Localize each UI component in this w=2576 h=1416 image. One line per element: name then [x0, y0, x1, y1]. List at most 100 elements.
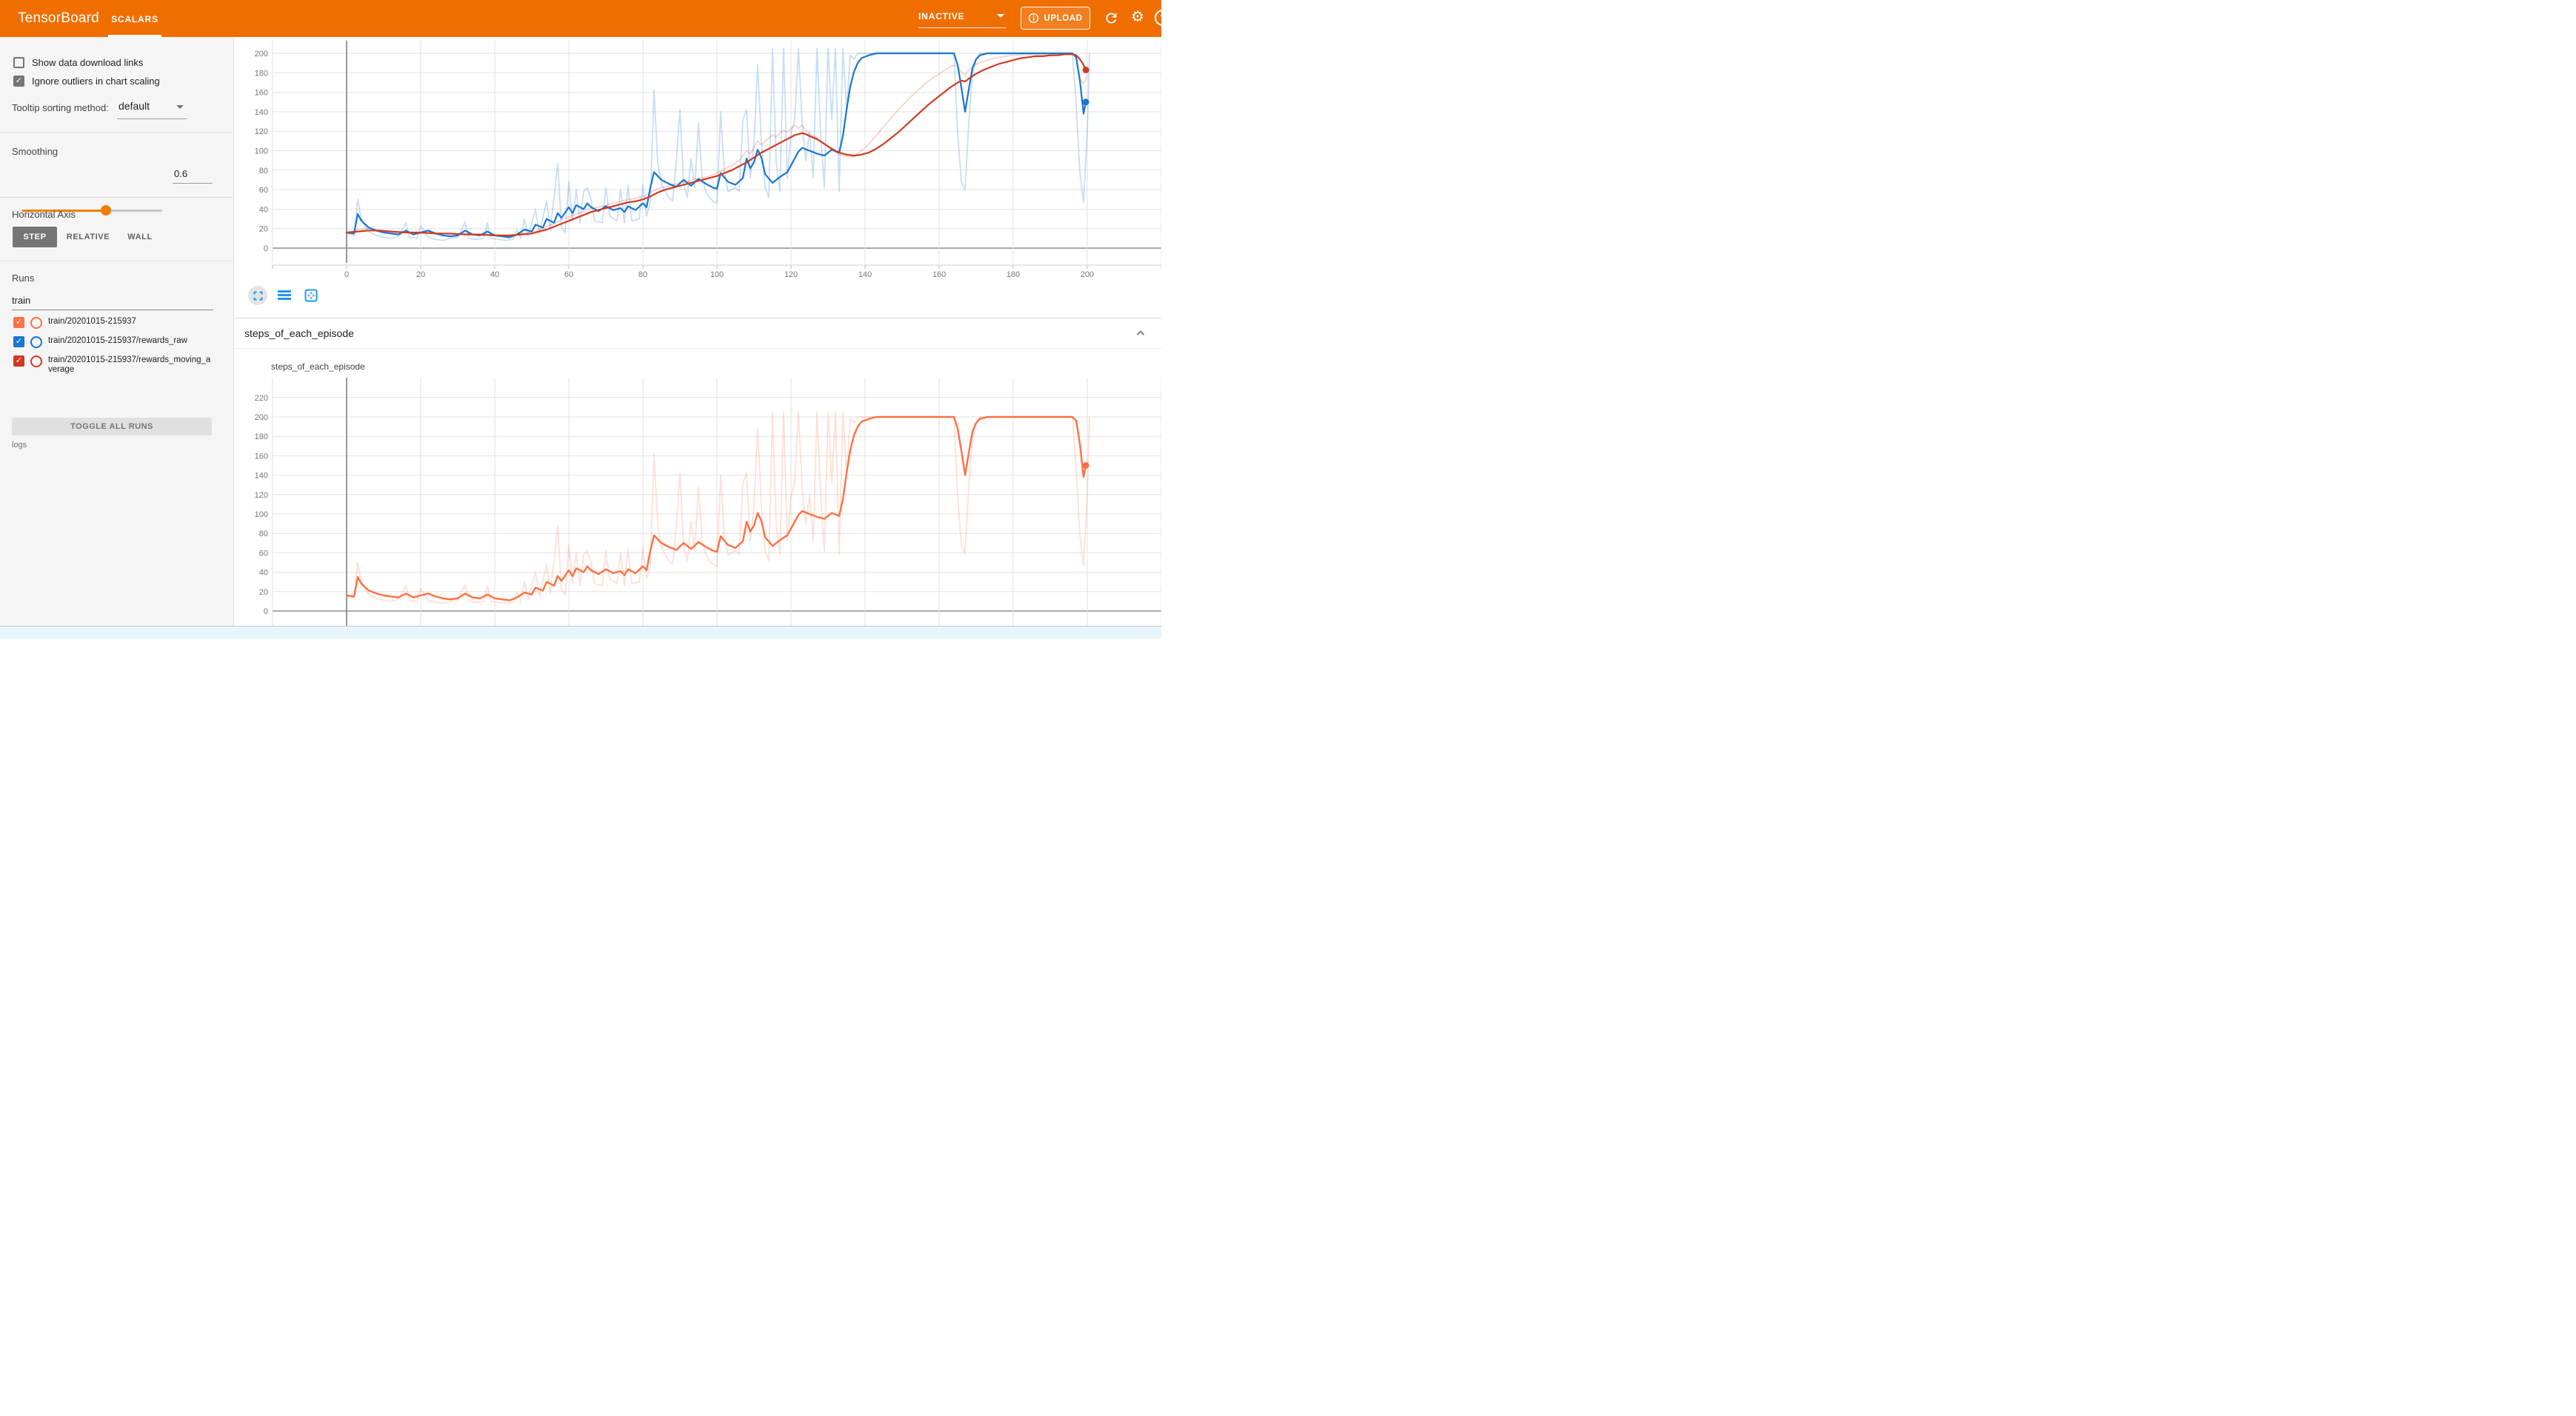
svg-text:80: 80	[638, 270, 647, 279]
run-color-circle-icon	[30, 355, 42, 367]
checkbox-checked-icon: ✓	[13, 76, 24, 87]
app-header: TensorBoard SCALARS INACTIVE UPLOAD ⚙ ?	[0, 0, 1161, 37]
smoothing-value-underline	[173, 183, 213, 184]
chart-plot-area[interactable]: 2001801601401201008060402000204060801001…	[233, 37, 1161, 281]
runs-filter-input[interactable]: train	[12, 295, 30, 306]
svg-text:140: 140	[858, 270, 872, 279]
svg-text:60: 60	[259, 186, 268, 195]
expand-card-icon[interactable]	[248, 286, 267, 305]
status-dropdown-underline	[918, 27, 1006, 28]
tooltip-sorting-select[interactable]: default	[119, 100, 150, 112]
svg-text:60: 60	[259, 549, 268, 558]
axis-button-step[interactable]: STEP	[13, 227, 57, 247]
svg-text:140: 140	[255, 472, 268, 481]
svg-text:80: 80	[259, 167, 268, 176]
runs-label: Runs	[12, 273, 34, 284]
svg-text:160: 160	[932, 270, 946, 279]
svg-text:100: 100	[255, 510, 268, 519]
checkbox-show-download-links[interactable]: Show data download links	[13, 57, 143, 68]
svg-text:100: 100	[255, 147, 268, 156]
divider	[0, 132, 233, 133]
run-label: train/20201015-215937/rewards_moving_ave…	[48, 355, 213, 375]
svg-text:180: 180	[255, 433, 268, 441]
divider	[0, 197, 233, 198]
axis-button-wall[interactable]: WALL	[119, 227, 161, 247]
run-label: train/20201015-215937	[48, 317, 213, 327]
upload-button[interactable]: UPLOAD	[1021, 7, 1090, 30]
smoothing-slider-thumb[interactable]	[101, 205, 111, 216]
chevron-up-icon[interactable]	[1133, 326, 1148, 344]
run-checkbox[interactable]: ✓	[13, 317, 24, 328]
status-dropdown[interactable]: INACTIVE	[918, 11, 1007, 21]
run-row[interactable]: ✓ train/20201015-215937/rewards_moving_a…	[13, 355, 213, 375]
checkbox-ignore-outliers[interactable]: ✓ Ignore outliers in chart scaling	[13, 76, 160, 87]
svg-text:0: 0	[344, 270, 349, 279]
svg-text:120: 120	[255, 491, 268, 500]
gear-icon[interactable]: ⚙	[1131, 9, 1147, 25]
rewards-chart[interactable]: 2001801601401201008060402000204060801001…	[233, 37, 1161, 281]
tab-scalars-label: SCALARS	[111, 14, 159, 24]
app-title: TensorBoard	[18, 10, 99, 27]
svg-text:20: 20	[259, 225, 268, 234]
chart-plot-area[interactable]: 220200180160140120100806040200	[233, 348, 1161, 626]
chevron-down-icon	[176, 105, 184, 109]
svg-text:40: 40	[490, 270, 499, 279]
chart-toolbar	[248, 286, 321, 305]
svg-text:0: 0	[264, 607, 268, 616]
svg-text:100: 100	[710, 270, 724, 279]
svg-text:120: 120	[255, 127, 268, 136]
horizontal-scrollbar[interactable]	[0, 626, 1161, 638]
run-row[interactable]: ✓ train/20201015-215937	[13, 317, 213, 329]
info-icon	[1028, 13, 1039, 24]
tab-scalars[interactable]: SCALARS	[108, 0, 161, 37]
svg-text:20: 20	[416, 270, 425, 279]
tab-active-indicator	[108, 35, 161, 37]
checkbox-label: Ignore outliers in chart scaling	[32, 76, 160, 87]
run-label: train/20201015-215937/rewards_raw	[48, 336, 213, 346]
checkbox-unchecked-icon	[13, 57, 24, 68]
svg-text:140: 140	[255, 108, 268, 117]
svg-text:40: 40	[259, 569, 268, 578]
tooltip-sorting-underline	[117, 118, 187, 119]
svg-text:60: 60	[564, 270, 573, 279]
svg-text:220: 220	[255, 394, 268, 403]
svg-text:20: 20	[259, 588, 268, 597]
fit-domain-icon[interactable]	[301, 286, 321, 305]
checkbox-label: Show data download links	[32, 57, 143, 68]
svg-text:40: 40	[259, 205, 268, 214]
svg-text:200: 200	[255, 50, 268, 59]
axis-button-relative[interactable]: RELATIVE	[61, 227, 115, 247]
svg-text:200: 200	[1081, 270, 1094, 279]
sidebar: Show data download links ✓ Ignore outlie…	[0, 37, 234, 626]
tensorboard-app: TensorBoard SCALARS INACTIVE UPLOAD ⚙ ? …	[0, 0, 1161, 638]
chevron-down-icon	[997, 14, 1004, 18]
logs-label: logs	[12, 441, 27, 450]
upload-button-label: UPLOAD	[1044, 14, 1082, 23]
section-title: steps_of_each_episode	[244, 327, 354, 339]
svg-text:0: 0	[264, 244, 268, 253]
log-scale-toggle-icon[interactable]	[275, 286, 294, 305]
refresh-icon[interactable]	[1104, 10, 1120, 27]
run-color-circle-icon	[30, 317, 42, 329]
run-checkbox[interactable]: ✓	[13, 336, 24, 347]
run-row[interactable]: ✓ train/20201015-215937/rewards_raw	[13, 336, 213, 348]
svg-text:180: 180	[255, 69, 268, 78]
tooltip-sorting-label: Tooltip sorting method:	[12, 102, 109, 113]
help-icon[interactable]: ?	[1155, 10, 1161, 26]
smoothing-label: Smoothing	[12, 146, 58, 157]
svg-text:180: 180	[1007, 270, 1020, 279]
svg-text:160: 160	[255, 452, 268, 461]
horizontal-axis-label: Horizontal Axis	[12, 209, 76, 220]
svg-text:120: 120	[784, 270, 798, 279]
run-color-circle-icon	[30, 336, 42, 348]
status-dropdown-value: INACTIVE	[918, 11, 964, 21]
toggle-all-runs-button[interactable]: TOGGLE ALL RUNS	[12, 418, 212, 435]
section-header[interactable]: steps_of_each_episode	[233, 318, 1161, 349]
main-content: 2001801601401201008060402000204060801001…	[233, 37, 1161, 638]
smoothing-value-field[interactable]: 0.6	[174, 168, 187, 179]
run-checkbox[interactable]: ✓	[13, 355, 24, 367]
svg-text:200: 200	[255, 413, 268, 422]
steps-chart[interactable]: 220200180160140120100806040200	[233, 348, 1161, 626]
svg-text:80: 80	[259, 530, 268, 538]
svg-text:160: 160	[255, 89, 268, 98]
